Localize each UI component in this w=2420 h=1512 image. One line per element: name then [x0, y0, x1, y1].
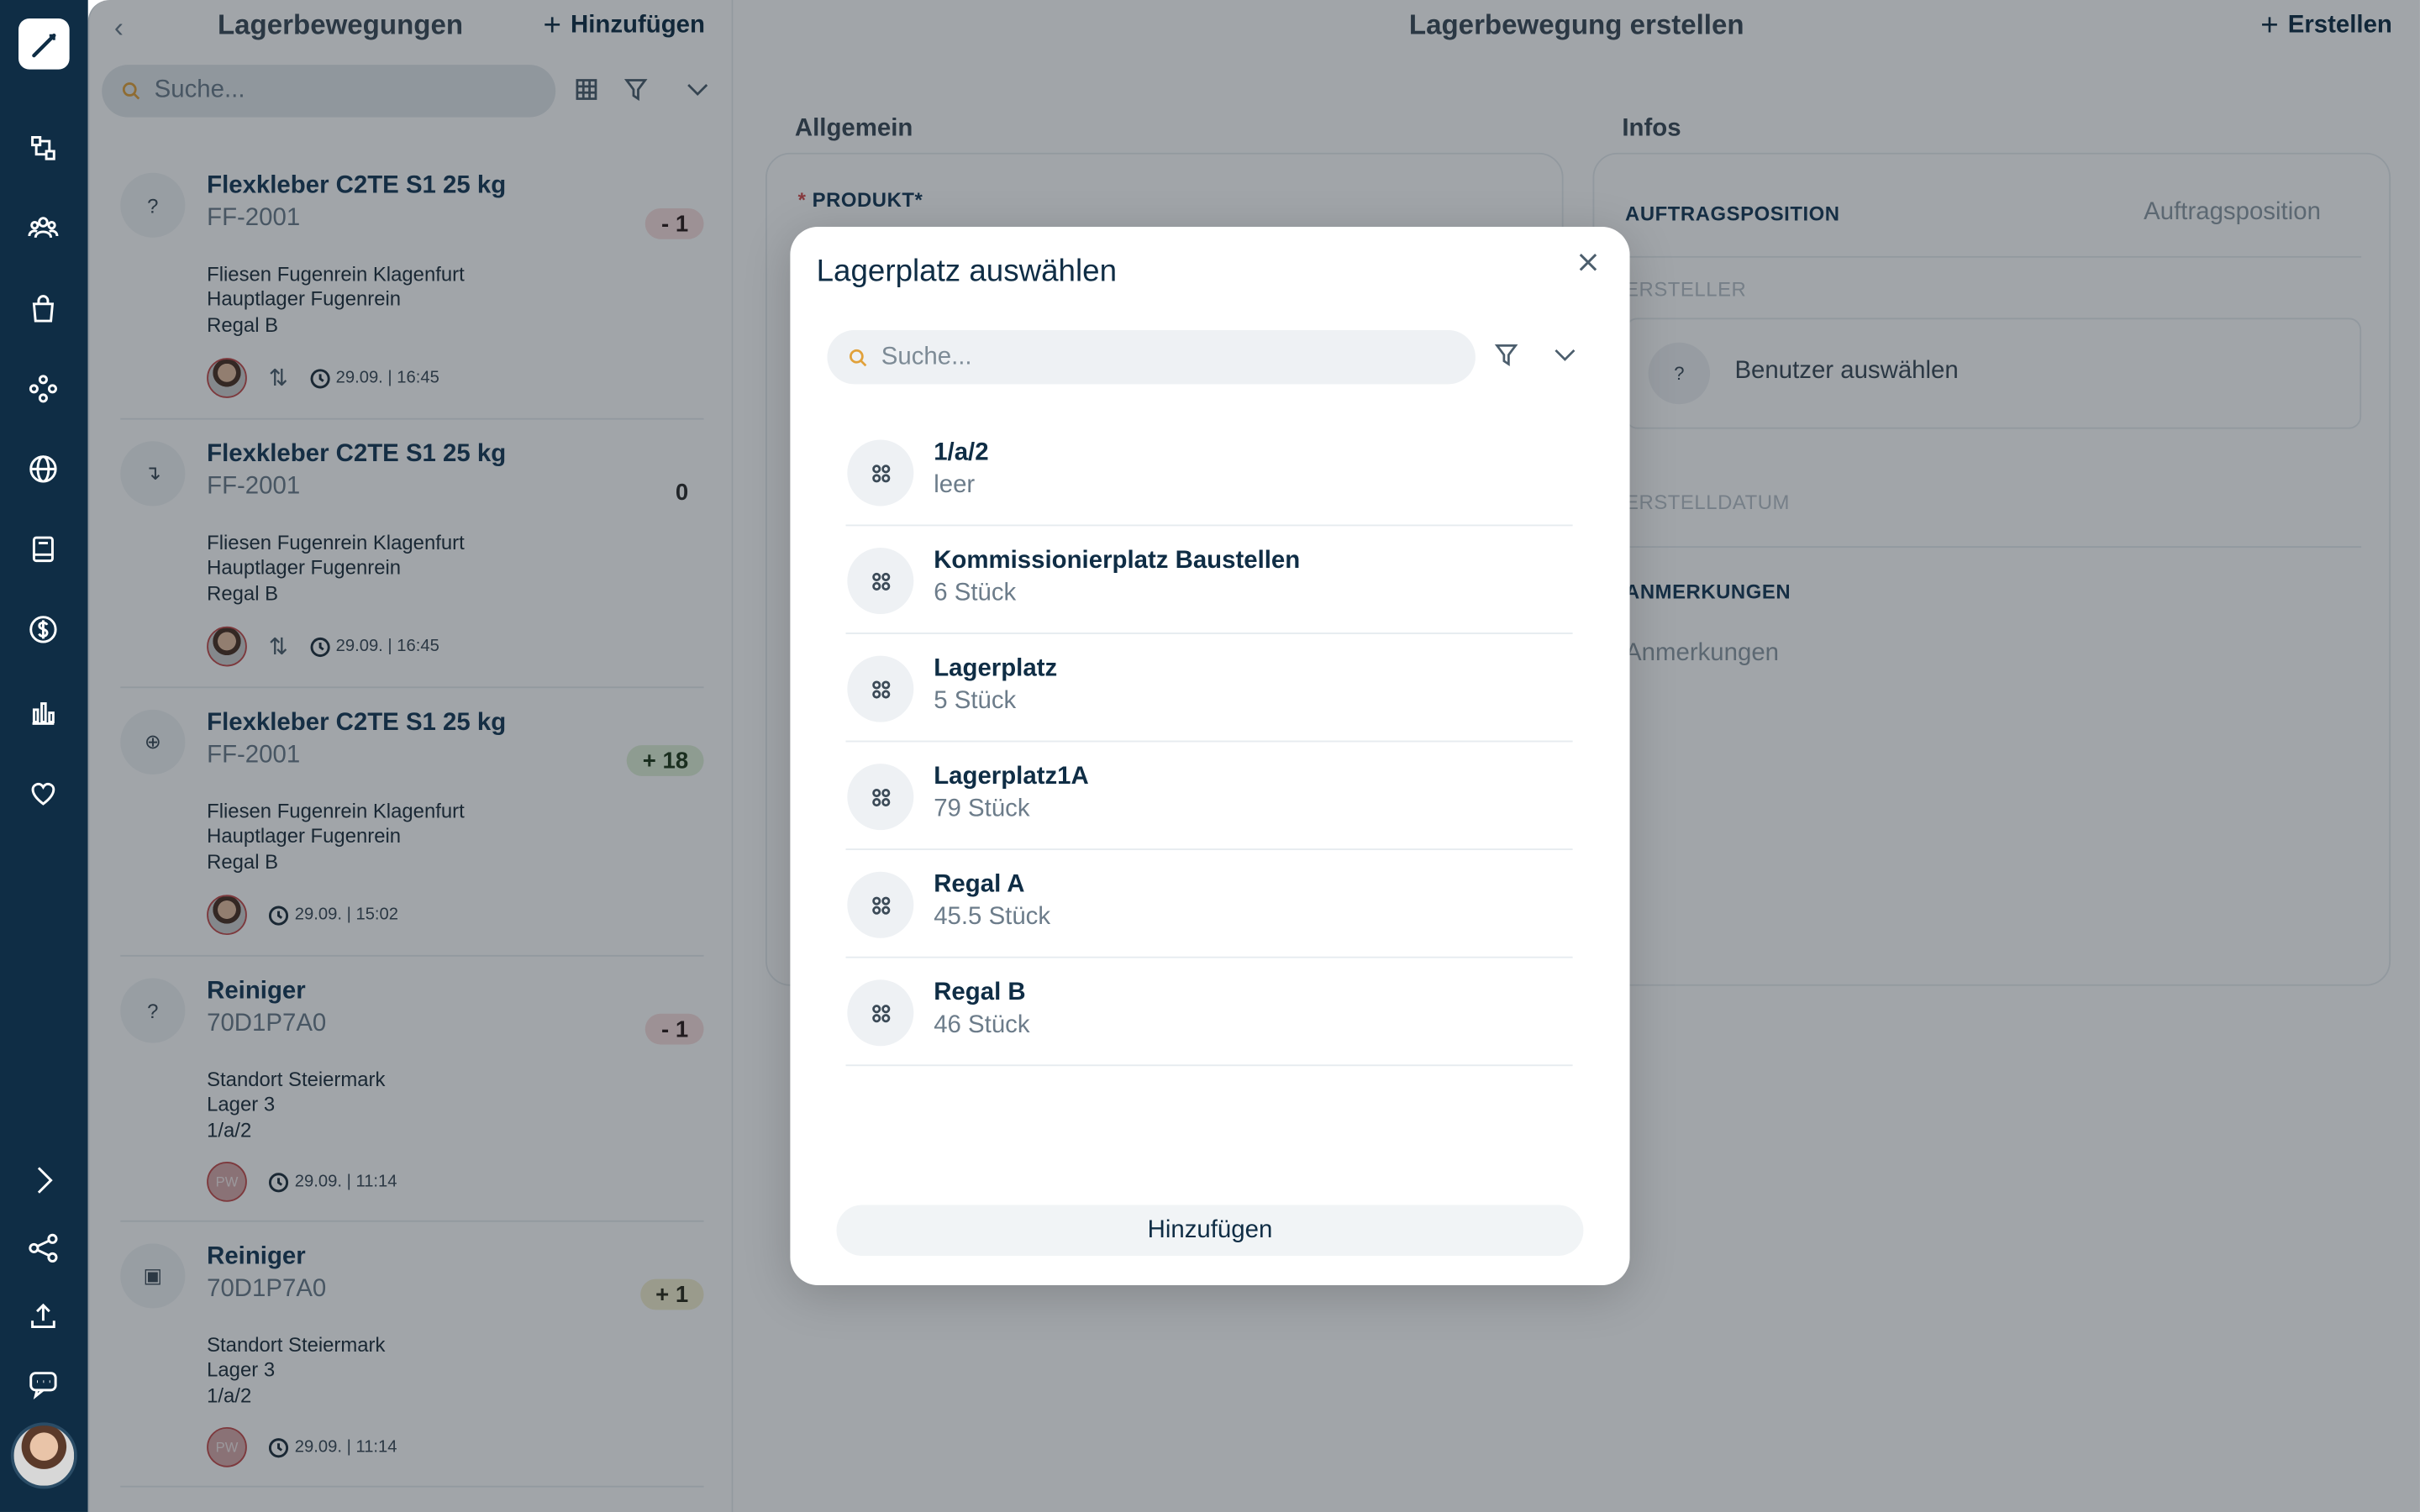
bar-chart-icon[interactable] [24, 695, 61, 732]
globe-icon[interactable] [24, 450, 61, 487]
app-logo[interactable] [18, 18, 70, 70]
storage-location-icon [847, 764, 914, 831]
select-location-modal: Lagerplatz auswählen Suche... 1/a/2 leer… [790, 226, 1630, 1285]
chevron-down-icon[interactable] [1553, 343, 1581, 370]
shopping-bag-icon[interactable] [24, 290, 61, 327]
app-sidebar [0, 0, 88, 1512]
users-icon[interactable] [24, 210, 61, 247]
storage-location-icon [847, 655, 914, 722]
chat-icon[interactable] [24, 1365, 61, 1402]
storage-location-icon [847, 439, 914, 507]
network-icon[interactable] [24, 370, 61, 407]
location-row[interactable]: Regal A 45.5 Stück [845, 850, 1573, 958]
location-row[interactable]: Regal B 46 Stück [845, 958, 1573, 1067]
dollar-icon[interactable] [24, 611, 61, 648]
user-avatar[interactable] [10, 1422, 77, 1489]
heart-icon[interactable] [24, 774, 61, 811]
modal-title: Lagerplatz auswählen [816, 255, 1118, 289]
chevron-right-icon[interactable] [24, 1162, 61, 1199]
storage-location-icon [847, 548, 914, 615]
book-icon[interactable] [24, 531, 61, 568]
search-icon [850, 349, 867, 366]
share-icon[interactable] [24, 1230, 61, 1267]
storage-location-icon [847, 871, 914, 938]
location-row[interactable]: Lagerplatz 5 Stück [845, 634, 1573, 743]
close-icon[interactable] [1577, 251, 1602, 276]
workflow-icon[interactable] [24, 129, 61, 166]
filter-icon[interactable] [1494, 343, 1522, 370]
location-row[interactable]: 1/a/2 leer [845, 418, 1573, 527]
storage-location-icon [847, 979, 914, 1047]
upload-icon[interactable] [24, 1298, 61, 1335]
location-row[interactable]: Kommissionierplatz Baustellen 6 Stück [845, 526, 1573, 634]
modal-search-input[interactable]: Suche... [827, 330, 1476, 385]
add-location-button[interactable]: Hinzufügen [836, 1205, 1584, 1257]
location-row[interactable]: Lagerplatz1A 79 Stück [845, 742, 1573, 851]
